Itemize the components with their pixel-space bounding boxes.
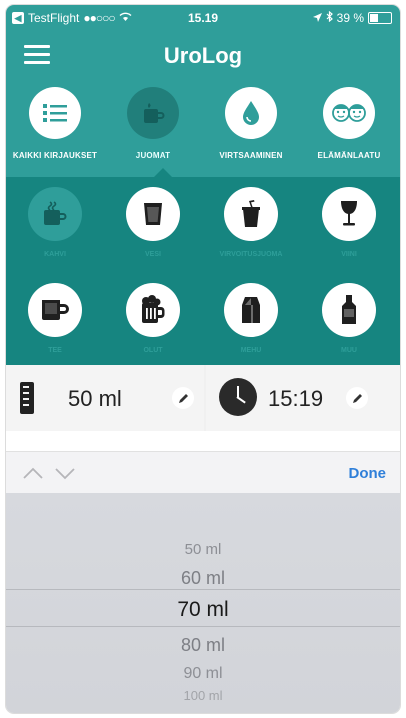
previous-field-icon[interactable] bbox=[22, 466, 43, 480]
soda-icon bbox=[224, 187, 278, 241]
list-icon bbox=[29, 87, 81, 139]
bluetooth-icon bbox=[326, 10, 333, 25]
beer-icon bbox=[126, 283, 180, 337]
drink-soda[interactable]: VIRVOITUSJUOMA bbox=[202, 187, 300, 258]
picker-option[interactable]: 100 ml bbox=[6, 688, 400, 703]
done-button[interactable]: Done bbox=[349, 465, 387, 482]
drink-juice[interactable]: MEHU bbox=[202, 283, 300, 354]
drink-label: TEE bbox=[48, 347, 62, 354]
drink-tea[interactable]: TEE bbox=[6, 283, 104, 354]
picker-option-selected[interactable]: 70 ml bbox=[6, 598, 400, 622]
faces-icon bbox=[323, 87, 375, 139]
drink-beer[interactable]: OLUT bbox=[104, 283, 202, 354]
water-glass-icon bbox=[126, 187, 180, 241]
app-header: UroLog bbox=[6, 31, 400, 79]
location-icon bbox=[312, 11, 322, 25]
drink-label: OLUT bbox=[143, 347, 163, 354]
wine-icon bbox=[322, 187, 376, 241]
category-urination[interactable]: VIRTSAAMINEN bbox=[202, 87, 300, 160]
picker-option[interactable]: 90 ml bbox=[6, 665, 400, 683]
category-quality-of-life[interactable]: ELÄMÄNLAATU bbox=[300, 87, 398, 160]
drink-label: VIRVOITUSJUOMA bbox=[219, 251, 283, 258]
next-field-icon[interactable] bbox=[54, 466, 75, 480]
category-drinks[interactable]: JUOMAT bbox=[104, 87, 202, 160]
volume-field[interactable]: 50 ml bbox=[6, 365, 204, 431]
status-bar: ◀ TestFlight ●●○○○ 15.19 39 % bbox=[6, 5, 400, 31]
time-value: 15:19 bbox=[268, 386, 324, 411]
drink-label: VIINI bbox=[341, 251, 357, 258]
active-category-caret bbox=[154, 168, 172, 177]
category-label: JUOMAT bbox=[135, 151, 171, 160]
volume-picker[interactable]: 50 ml 60 ml 70 ml 80 ml 90 ml 100 ml bbox=[6, 493, 400, 713]
category-label: KAIKKI KIRJAUKSET bbox=[12, 151, 98, 160]
volume-value: 50 ml bbox=[68, 386, 122, 411]
drink-label: KAHVI bbox=[44, 251, 66, 258]
coffee-icon bbox=[28, 187, 82, 241]
juice-icon bbox=[224, 283, 278, 337]
category-bar: KAIKKI KIRJAUKSET JUOMAT VIRTSAAMINEN EL… bbox=[6, 79, 400, 177]
battery-icon bbox=[368, 12, 392, 24]
cup-icon bbox=[127, 87, 179, 139]
time-field[interactable]: 15:19 bbox=[206, 365, 400, 431]
category-all-entries[interactable]: KAIKKI KIRJAUKSET bbox=[6, 87, 104, 160]
ruler-icon bbox=[20, 382, 34, 414]
status-right: 39 % bbox=[312, 10, 392, 25]
picker-option[interactable]: 60 ml bbox=[6, 568, 400, 589]
drink-wine[interactable]: VIINI bbox=[300, 187, 398, 258]
entry-row: 50 ml 15:19 bbox=[6, 365, 400, 431]
clock-icon bbox=[219, 378, 257, 416]
drink-grid: KAHVI VESI VIRVOITUSJUOMA VIINI TEE OLUT… bbox=[6, 177, 400, 365]
drink-label: VESI bbox=[145, 251, 161, 258]
phone-screen: ◀ TestFlight ●●○○○ 15.19 39 % UroLog KAI… bbox=[6, 5, 400, 713]
drop-icon bbox=[225, 87, 277, 139]
picker-option[interactable]: 50 ml bbox=[6, 541, 400, 558]
drink-coffee[interactable]: KAHVI bbox=[6, 187, 104, 258]
drink-water[interactable]: VESI bbox=[104, 187, 202, 258]
drink-label: MUU bbox=[341, 347, 357, 354]
battery-percent: 39 % bbox=[336, 11, 364, 25]
picker-option[interactable]: 80 ml bbox=[6, 635, 400, 656]
app-title: UroLog bbox=[163, 43, 243, 68]
tea-icon bbox=[28, 283, 82, 337]
picker-toolbar: Done bbox=[6, 451, 400, 494]
drink-label: MEHU bbox=[240, 347, 262, 354]
edit-volume-icon[interactable] bbox=[172, 387, 194, 409]
edit-time-icon[interactable] bbox=[346, 387, 368, 409]
category-label: VIRTSAAMINEN bbox=[219, 151, 283, 160]
drink-other[interactable]: MUU bbox=[300, 283, 398, 354]
spacer bbox=[6, 431, 400, 451]
category-label: ELÄMÄNLAATU bbox=[317, 151, 381, 160]
bottle-icon bbox=[322, 283, 376, 337]
